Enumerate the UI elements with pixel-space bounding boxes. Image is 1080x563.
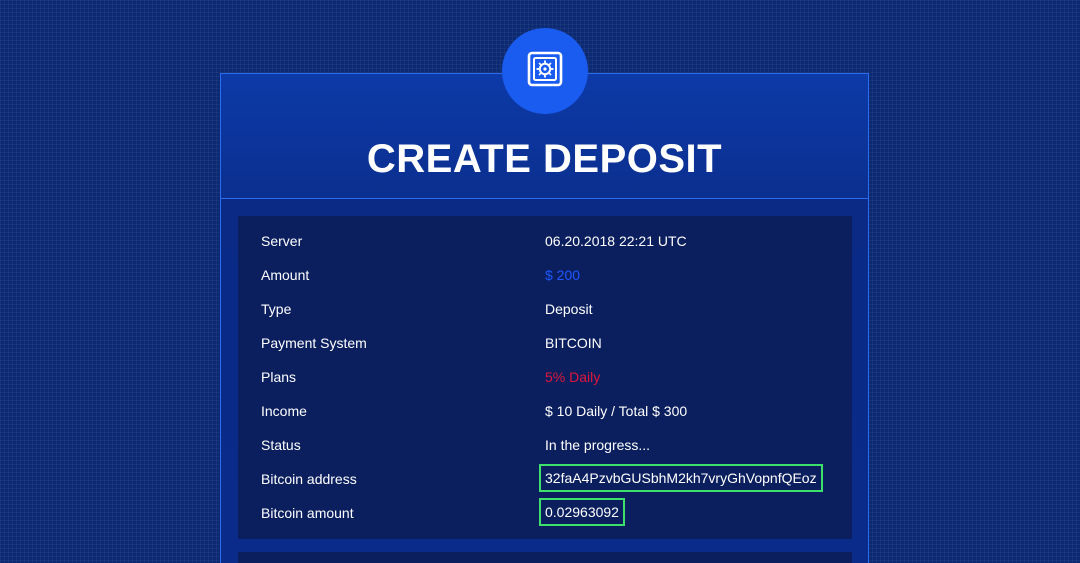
detail-row-bitcoin-amount: Bitcoin amount 0.02963092: [238, 496, 852, 530]
detail-row-income: Income $ 10 Daily / Total $ 300: [238, 394, 852, 428]
server-label: Server: [261, 233, 303, 249]
type-label: Type: [261, 301, 292, 317]
server-value: 06.20.2018 22:21 UTC: [545, 233, 687, 249]
bitcoin-address-value[interactable]: 32faA4PzvbGUSbhM2kh7vryGhVopnfQEoz: [539, 464, 823, 492]
detail-row-status: Status In the progress...: [238, 428, 852, 462]
page-title: CREATE DEPOSIT: [366, 137, 723, 181]
status-value: In the progress...: [545, 437, 651, 453]
type-value: Deposit: [545, 301, 593, 317]
detail-row-type: Type Deposit: [238, 292, 852, 326]
bitcoin-amount-value[interactable]: 0.02963092: [539, 498, 625, 526]
payment-system-label: Payment System: [261, 335, 367, 351]
bitcoin-address-label: Bitcoin address: [261, 471, 357, 487]
deposit-details-card: Server 06.20.2018 22:21 UTC Amount $ 200…: [238, 216, 852, 539]
plans-label: Plans: [261, 369, 297, 385]
detail-row-payment-system: Payment System BITCOIN: [238, 326, 852, 360]
create-deposit-panel: CREATE DEPOSIT Server 06.20.2018 22:21 U…: [220, 73, 869, 563]
safe-icon: [527, 51, 563, 92]
income-label: Income: [261, 403, 307, 419]
secondary-card: [238, 552, 852, 563]
detail-row-amount: Amount $ 200: [238, 258, 852, 292]
plans-value: 5% Daily: [545, 369, 601, 385]
status-label: Status: [261, 437, 301, 453]
detail-row-plans: Plans 5% Daily: [238, 360, 852, 394]
safe-badge: [502, 28, 588, 114]
amount-value: $ 200: [545, 267, 581, 283]
amount-label: Amount: [261, 267, 310, 283]
panel-body: Server 06.20.2018 22:21 UTC Amount $ 200…: [221, 199, 868, 563]
payment-system-value: BITCOIN: [545, 335, 602, 351]
bitcoin-amount-label: Bitcoin amount: [261, 505, 354, 521]
income-value: $ 10 Daily / Total $ 300: [545, 403, 688, 419]
detail-row-bitcoin-address: Bitcoin address 32faA4PzvbGUSbhM2kh7vryG…: [238, 462, 852, 496]
detail-row-server: Server 06.20.2018 22:21 UTC: [238, 224, 852, 258]
